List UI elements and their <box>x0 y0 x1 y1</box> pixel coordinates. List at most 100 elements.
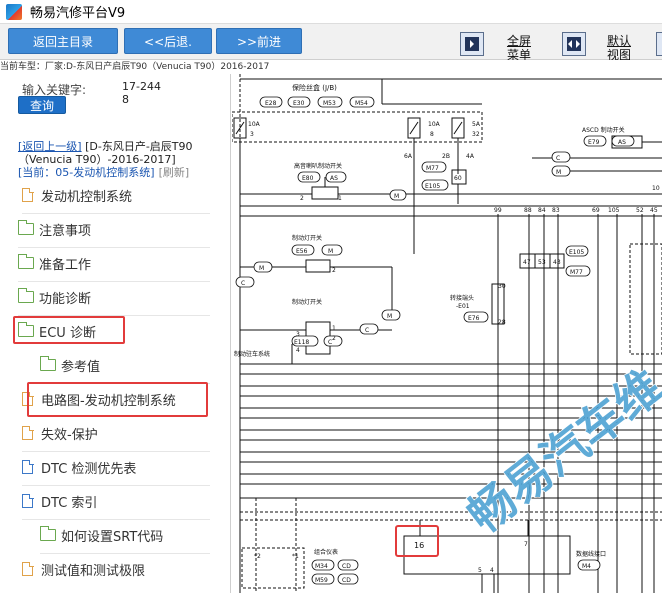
folder-icon <box>39 526 56 541</box>
divider <box>18 281 210 282</box>
window-title: 畅易汽修平台V9 <box>30 6 126 21</box>
folder-icon <box>17 220 34 235</box>
connector-label: M <box>556 169 561 176</box>
connector-label: CD <box>342 577 351 584</box>
splice-label: 转接端头 <box>450 294 474 302</box>
tree-item-reference-values[interactable]: 参考值 <box>39 354 101 376</box>
blue-document-icon <box>22 493 34 508</box>
connector-label: C <box>241 280 245 287</box>
connector-label: M <box>387 313 392 320</box>
pin-label: 83 <box>552 207 560 214</box>
connector-label: M77 <box>570 269 583 276</box>
connector-label: E56 <box>296 248 308 255</box>
pin-16-label: 16 <box>414 541 424 550</box>
ascd-switch-label: ASCD 制动开关 <box>582 126 625 134</box>
watermark-text: 畅易汽车维 <box>458 359 662 543</box>
current-section: [当前：05-发动机控制系统] <box>18 166 155 179</box>
pin-label: 43 <box>553 259 561 266</box>
connector-label: M <box>394 193 399 200</box>
connector-label: M54 <box>355 100 368 107</box>
stoplamp-switch-label-2: 制动灯开关 <box>292 298 322 306</box>
tree-item-preparation[interactable]: 准备工作 <box>17 252 92 274</box>
document-icon <box>22 187 34 202</box>
refresh-link[interactable]: [刷新] <box>159 166 190 179</box>
connector-label: E79 <box>588 139 600 146</box>
nav-path: [返回上一级] [D-东风日产-启辰T90（Venucia T90）-2016-… <box>18 140 230 179</box>
tree-item-test-values[interactable]: 测试值和测试极限 <box>22 558 145 580</box>
tree-item-label: DTC 索引 <box>41 495 98 511</box>
tree-item-fail-safe[interactable]: 失效-保护 <box>22 422 98 444</box>
pin-label: 1 <box>332 325 336 332</box>
app-logo-icon <box>6 3 22 20</box>
pin-label: 3 <box>296 331 300 338</box>
wiring-diagram[interactable]: 保险丝盒 (J/B) E28 E30 M53 M54 10A 3 10A 8 5… <box>232 74 662 593</box>
pin-label: 2 <box>332 267 336 274</box>
pin-label: 84 <box>538 207 546 214</box>
tree-item-label: 注意事项 <box>39 223 92 239</box>
connector-label: C <box>365 327 369 334</box>
stoplamp-switch-label: 制动灯开关 <box>292 234 322 242</box>
pin-label: 69 <box>592 207 600 214</box>
default-view-button[interactable]: 默认 视图 <box>604 34 634 62</box>
pin-label: *1 <box>292 553 299 560</box>
wiring-diagram-svg: 保险丝盒 (J/B) E28 E30 M53 M54 10A 3 10A 8 5… <box>232 74 662 593</box>
tree-item-dtc-index[interactable]: DTC 索引 <box>22 490 97 512</box>
connector-label: E105 <box>569 249 584 256</box>
fuse-amp: 10A <box>248 121 261 128</box>
pin-label: 1 <box>338 195 342 202</box>
tree-item-srt-code[interactable]: 如何设置SRT代码 <box>39 524 163 546</box>
connector-label: M53 <box>323 100 336 107</box>
connector-label: M77 <box>426 165 439 172</box>
tree-item-precautions[interactable]: 注意事项 <box>17 218 92 240</box>
home-button[interactable]: 返回主目录 <box>8 28 118 54</box>
pin-label: 45 <box>650 207 658 214</box>
wire-label: 6A <box>404 153 413 160</box>
folder-icon <box>39 356 56 371</box>
fuse-amp: 10A <box>428 121 441 128</box>
connector-label: E80 <box>302 175 314 182</box>
forward-button[interactable]: >>前进 <box>216 28 302 54</box>
highlight-box-wiring <box>27 382 208 417</box>
fullscreen-menu-icon[interactable] <box>460 32 484 56</box>
pin-label: 28 <box>498 319 506 326</box>
pin-label: 53 <box>538 259 546 266</box>
title-bar: 畅易汽修平台V9 <box>0 0 662 24</box>
fuse-number: 8 <box>430 131 434 138</box>
fuse-box-label: 保险丝盒 (J/B) <box>292 83 337 92</box>
connector-label: M59 <box>315 577 328 584</box>
pin-label: 52 <box>636 207 644 214</box>
pin-label: *2 <box>254 553 261 560</box>
tree-item-dtc-priority[interactable]: DTC 检测优先表 <box>22 456 136 478</box>
data-link-connector-label: 数据线接口 <box>576 550 606 558</box>
divider <box>40 553 210 554</box>
fullscreen-menu-button[interactable]: 全屏 菜单 <box>504 34 534 62</box>
left-panel: 输入关键字: 17-2448 查询 [返回上一级] [D-东风日产-启辰T90（… <box>0 74 231 593</box>
default-view-label-1: 默认 <box>606 34 631 48</box>
pin-label: 10 <box>652 185 660 192</box>
default-view-icon[interactable] <box>562 32 586 56</box>
tree-item-label: DTC 检测优先表 <box>41 461 137 477</box>
back-button[interactable]: <<后退. <box>124 28 212 54</box>
splice-id: -E01 <box>456 303 470 310</box>
pin-label: 4 <box>490 567 494 574</box>
divider <box>22 451 210 452</box>
connector-label: E30 <box>293 100 305 107</box>
extra-toolbar-icon[interactable] <box>656 32 662 56</box>
divider <box>18 247 210 248</box>
keyword-input[interactable]: 17-2448 <box>122 80 162 106</box>
document-icon <box>22 425 34 440</box>
search-button[interactable]: 查询 <box>18 96 66 114</box>
tree-item-engine-control[interactable]: 发动机控制系统 <box>22 184 132 206</box>
tree-item-label: 参考值 <box>61 359 101 375</box>
connector-label: E118 <box>294 339 309 346</box>
horn-brake-switch-label: 高音喇叭制动开关 <box>294 162 342 170</box>
tree-item-label: 准备工作 <box>39 257 92 273</box>
tree-item-function-diagnosis[interactable]: 功能诊断 <box>17 286 91 308</box>
car-model-info: 当前车型：厂家:D-东风日产启辰T90（Venucia T90）2016-201… <box>0 60 662 74</box>
divider <box>22 519 210 520</box>
pin-label: 2 <box>332 335 336 342</box>
pin-label: 7 <box>524 541 528 548</box>
back-to-parent-link[interactable]: [返回上一级] <box>18 140 82 153</box>
folder-icon <box>17 288 34 303</box>
pin-label: 47 <box>523 259 531 266</box>
